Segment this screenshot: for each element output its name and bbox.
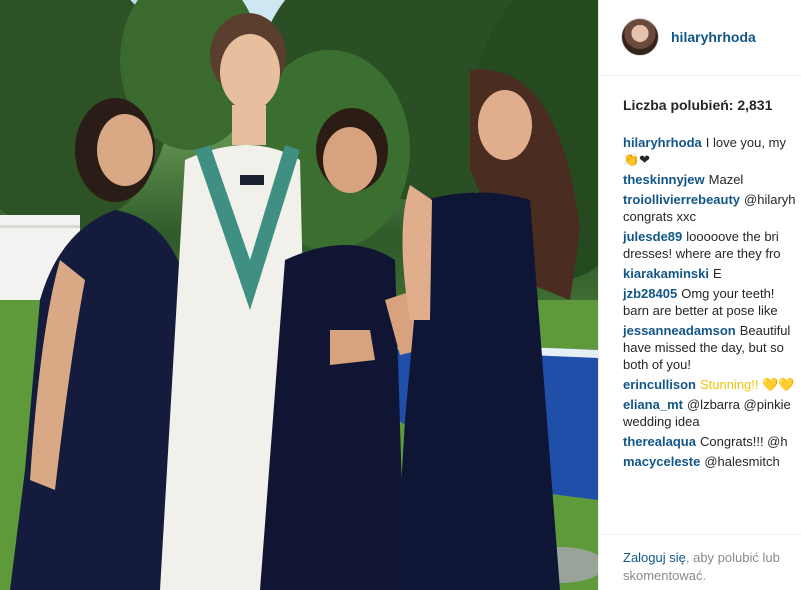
comment-item: troiollivierrebeauty @hilaryh congrats xx…: [623, 191, 801, 225]
post-photo: [0, 0, 598, 590]
comment-text: looooove the bri: [686, 229, 779, 244]
likes-count: Liczba polubień: 2,831: [623, 97, 773, 113]
comment-item: theskinnyjew Mazel: [623, 171, 801, 188]
comment-text: wedding idea: [623, 414, 700, 429]
login-prompt-text-2: skomentować.: [623, 568, 707, 583]
login-link[interactable]: Zaloguj się: [623, 550, 686, 565]
comment-username[interactable]: jzb28405: [623, 286, 677, 301]
comment-text: @halesmitch: [704, 454, 780, 469]
user-avatar[interactable]: [621, 18, 659, 56]
post-side-panel: hilaryhrhoda Liczba polubień: 2,831 hila…: [598, 0, 801, 590]
login-prompt-text: , aby polubić lub: [685, 550, 780, 565]
comment-username[interactable]: julesde89: [623, 229, 682, 244]
comment-item: eliana_mt @lzbarra @pinkie wedding idea: [623, 396, 801, 430]
photo-illustration: [0, 0, 598, 590]
comment-item: jzb28405 Omg your teeth! barn are better …: [623, 285, 801, 319]
comment-item: erincullison Stunning!! 💛💛: [623, 376, 801, 393]
comments-list: hilaryhrhoda I love you, my 👏❤ theskinnyj…: [623, 134, 801, 473]
comment-username[interactable]: kiarakaminski: [623, 266, 709, 281]
comment-text: have missed the day, but so: [623, 340, 784, 355]
comment-text: @hilaryh: [744, 192, 796, 207]
comment-username[interactable]: therealaqua: [623, 434, 696, 449]
comment-text: Beautiful: [739, 323, 791, 338]
comment-text: 👏❤: [623, 152, 651, 167]
comment-username[interactable]: erincullison: [623, 377, 696, 392]
comment-text: barn are better at pose like: [623, 303, 778, 318]
comment-text: Congrats!!! @h: [699, 434, 788, 449]
comment-text: Stunning!! 💛💛: [699, 377, 795, 392]
comment-username[interactable]: troiollivierrebeauty: [623, 192, 740, 207]
comment-item: kiarakaminski E: [623, 265, 801, 282]
comment-username[interactable]: eliana_mt: [623, 397, 683, 412]
comment-text: Mazel: [708, 172, 744, 187]
login-prompt: Zaloguj się, aby polubić lub skomentować…: [599, 534, 801, 590]
comment-text: E: [713, 266, 722, 281]
comment-text: @lzbarra @pinkie: [686, 397, 791, 412]
comment-username[interactable]: theskinnyjew: [623, 172, 705, 187]
comment-username[interactable]: macyceleste: [623, 454, 700, 469]
post-header: hilaryhrhoda: [599, 0, 801, 76]
comment-text: I love you, my: [705, 135, 786, 150]
comment-username[interactable]: hilaryhrhoda: [623, 135, 702, 150]
comment-username[interactable]: jessanneadamson: [623, 323, 736, 338]
comment-item: macyceleste @halesmitch: [623, 453, 801, 470]
comment-item: jessanneadamson Beautiful have missed the…: [623, 322, 801, 373]
comment-text: both of you!: [623, 357, 691, 372]
post-username[interactable]: hilaryhrhoda: [671, 29, 756, 45]
comment-item: julesde89 looooove the bri dresses! where…: [623, 228, 801, 262]
comment-item: hilaryhrhoda I love you, my 👏❤: [623, 134, 801, 168]
comment-item: therealaqua Congrats!!! @h: [623, 433, 801, 450]
comment-text: congrats xxc: [623, 209, 696, 224]
comment-text: Omg your teeth!: [681, 286, 775, 301]
comment-text: dresses! where are they fro: [623, 246, 781, 261]
